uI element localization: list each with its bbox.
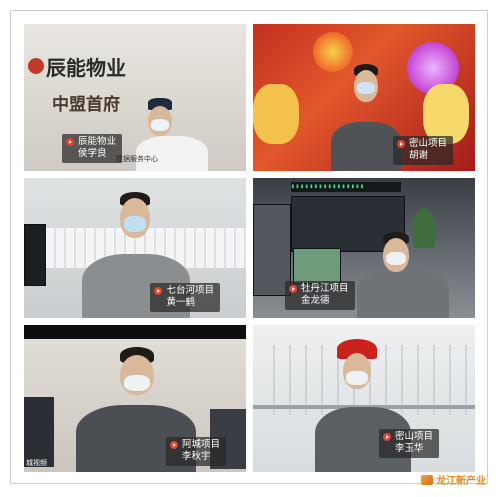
play-dot-icon [169,441,178,449]
chair-graphic [24,397,54,467]
led-ticker: ▮▮▮▮▮▮▮▮▮▮▮▮▮▮▮▮ [291,182,401,192]
play-dot-icon [154,287,163,295]
monitor-graphic [293,248,341,284]
video-tile-5: 城视频 阿城项目 李秋宇 [24,325,246,472]
caption-person: 李玉华 [394,443,424,454]
cartoon-graphic [423,84,469,144]
video-tile-4: ▮▮▮▮▮▮▮▮▮▮▮▮▮▮▮▮ 牡丹江项目 金龙德 [253,178,475,318]
video-tile-3: 七台河项目 黄一鹤 [24,178,246,318]
wall-sign-secondary: 中盟首府 [52,95,120,115]
caption-project: 阿城项目 [181,439,220,450]
caption-person: 胡谢 [408,150,428,161]
video-tile-1: 辰能物业 中盟首府 数据服务中心 辰能物业 侯学良 [24,24,246,171]
play-dot-icon [396,140,405,148]
wall-sign-primary: 辰能物业 [46,56,126,80]
name-caption: 密山项目 李玉华 [378,429,439,458]
plant-graphic [413,208,435,248]
caption-person: 侯学良 [78,148,107,159]
watermark-logo-icon [421,475,433,485]
cartoon-graphic [253,84,299,144]
caption-person: 李秋宇 [181,451,211,462]
play-dot-icon [382,433,391,441]
name-caption: 辰能物业 侯学良 [62,134,123,163]
play-dot-icon [289,285,297,293]
caption-project: 七台河项目 [166,285,214,296]
side-label: 数据服务中心 [116,155,158,163]
caption-project: 密山项目 [408,138,447,149]
caption-person: 金龙德 [301,295,330,306]
video-tile-6: 密山项目 李玉华 [253,325,475,472]
caption-project: 牡丹江项目 [301,283,349,294]
top-bar [24,325,246,339]
watermark: 龙江新产业 [421,472,486,487]
watermark-text: 龙江新产业 [436,476,486,487]
name-caption: 牡丹江项目 金龙德 [285,281,355,310]
caption-project: 辰能物业 [78,136,117,147]
corner-label: 城视频 [26,459,47,467]
name-caption: 七台河项目 黄一鹤 [150,283,220,312]
caption-project: 密山项目 [394,431,433,442]
name-caption: 阿城项目 李秋宇 [165,437,226,466]
caption-person: 黄一鹤 [166,297,195,308]
play-dot-icon [66,138,74,146]
brand-logo-icon [28,58,44,74]
firework-graphic [313,32,353,72]
name-caption: 密山项目 胡谢 [392,136,453,165]
monitor-graphic [24,224,46,286]
video-tile-2: 密山项目 胡谢 [253,24,475,171]
